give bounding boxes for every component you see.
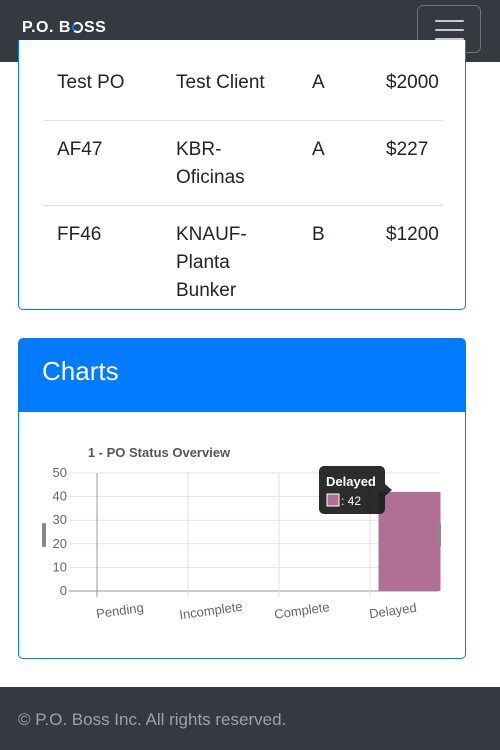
brand-text-suffix: SS bbox=[83, 19, 107, 36]
amount: $227 bbox=[386, 139, 429, 160]
chart-tooltip: Delayed : 42 bbox=[319, 466, 392, 514]
y-tick-label: 20 bbox=[53, 536, 67, 551]
scroll-handle-left[interactable] bbox=[42, 523, 46, 547]
po-number: AF47 bbox=[57, 139, 103, 160]
po-number: FF46 bbox=[57, 224, 102, 245]
copyright-text: © P.O. Boss Inc. All rights reserved. bbox=[18, 710, 287, 729]
table-row[interactable]: FF46 KNAUF-Planta Bunker B $1200 bbox=[43, 205, 443, 309]
y-tick-label: 50 bbox=[53, 465, 67, 480]
tooltip-value: : 42 bbox=[341, 494, 361, 508]
y-tick-label: 30 bbox=[53, 512, 67, 527]
tooltip-title: Delayed bbox=[326, 474, 376, 489]
client-name: KBR-Oficinas bbox=[176, 139, 245, 188]
po-number: Test PO bbox=[57, 72, 125, 93]
footer: © P.O. Boss Inc. All rights reserved. bbox=[0, 687, 500, 750]
x-tick-label: Delayed bbox=[368, 600, 417, 621]
x-tick-label: Pending bbox=[95, 600, 144, 621]
bar-delayed[interactable] bbox=[378, 491, 441, 591]
client-name: Test Client bbox=[176, 72, 265, 93]
category: A bbox=[312, 139, 325, 160]
category: B bbox=[312, 224, 325, 245]
amount: $2000 bbox=[386, 72, 439, 93]
hamburger-icon-line bbox=[435, 29, 464, 31]
po-table-card: Test PO Test Client A $2000 AF47 KBR-Ofi… bbox=[18, 40, 466, 310]
chart-title: 1 - PO Status Overview bbox=[88, 445, 231, 460]
brand-o-ring-icon bbox=[71, 22, 83, 33]
y-tick-label: 0 bbox=[60, 583, 67, 598]
table-row[interactable]: AF47 KBR-Oficinas A $227 bbox=[43, 120, 443, 206]
po-status-chart[interactable]: 0 10 20 30 40 50 Pending Incomplete Complete Dela… bbox=[19, 412, 465, 658]
charts-heading: Charts bbox=[19, 339, 465, 412]
brand-logo[interactable]: P.O. B SS bbox=[22, 19, 106, 37]
category: A bbox=[312, 72, 325, 93]
brand-text-prefix: P.O. B bbox=[22, 19, 71, 36]
tooltip-swatch bbox=[326, 493, 340, 507]
charts-card: Charts 0 10 20 30 40 50 Pending Incomplete Compl… bbox=[18, 338, 466, 659]
y-tick-label: 10 bbox=[53, 559, 67, 574]
x-tick-label: Complete bbox=[273, 599, 330, 622]
hamburger-icon bbox=[435, 20, 464, 22]
client-name: KNAUF-Planta Bunker bbox=[176, 224, 247, 301]
scroll-handle-right[interactable] bbox=[437, 523, 441, 547]
x-tick-label: Incomplete bbox=[178, 599, 243, 623]
y-tick-label: 40 bbox=[53, 489, 67, 504]
amount: $1200 bbox=[386, 224, 439, 245]
